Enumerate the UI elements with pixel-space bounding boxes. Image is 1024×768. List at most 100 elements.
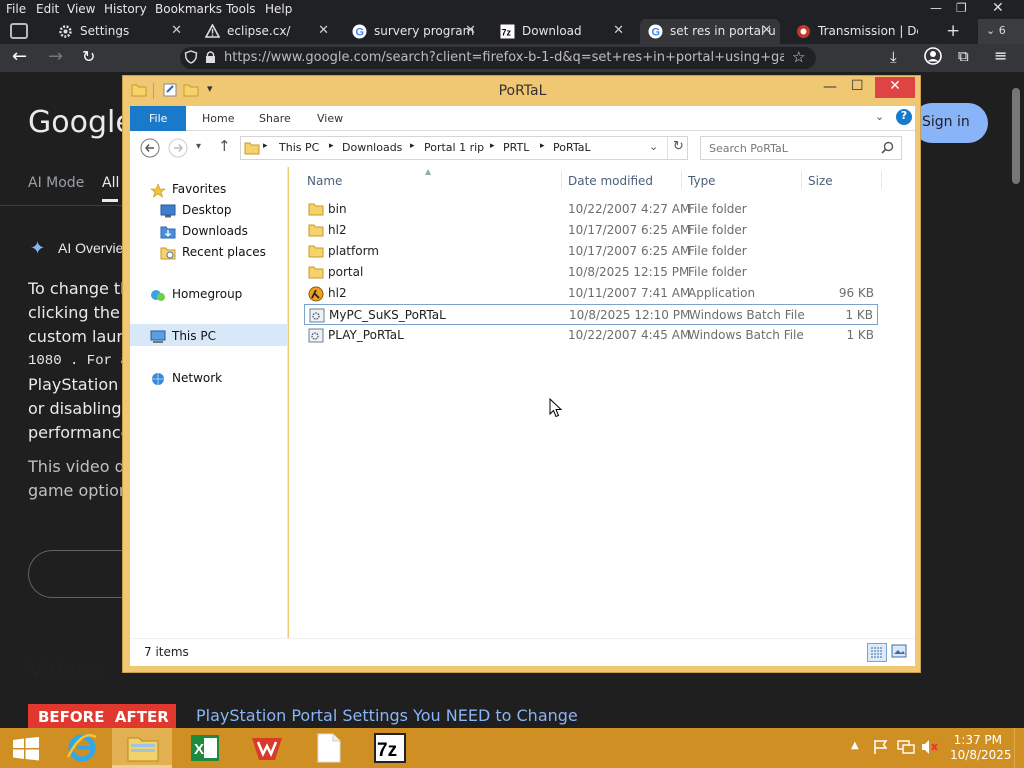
show-desktop-button[interactable]: [1014, 728, 1024, 768]
file-row[interactable]: portal 10/8/2025 12:15 PM File folder: [304, 262, 878, 283]
page-scrollbar[interactable]: [1008, 72, 1024, 728]
column-name[interactable]: Name: [307, 174, 342, 188]
volume-muted-icon[interactable]: [921, 739, 939, 755]
hamburger-menu-icon[interactable]: ≡: [994, 46, 1007, 65]
restore-icon[interactable]: ❐: [956, 1, 967, 15]
tab-close-icon[interactable]: ✕: [465, 23, 476, 38]
minimize-icon[interactable]: —: [823, 79, 837, 95]
forward-icon[interactable]: [168, 138, 188, 158]
scrollbar-thumb[interactable]: [1012, 88, 1020, 184]
help-icon[interactable]: ?: [896, 109, 912, 125]
file-explorer-taskbar-icon[interactable]: [112, 728, 172, 768]
breadcrumb-portal-1-rip[interactable]: Portal 1 rip: [424, 141, 484, 154]
tab-file[interactable]: File: [130, 106, 186, 131]
bookmark-star-icon[interactable]: ☆: [792, 48, 805, 66]
breadcrumb-this-pc[interactable]: This PC: [279, 141, 319, 154]
start-button[interactable]: [0, 728, 54, 768]
maximize-icon[interactable]: ☐: [851, 78, 864, 94]
tab-home[interactable]: Home: [202, 112, 234, 125]
expand-ribbon-icon[interactable]: ⌄: [875, 110, 884, 123]
tab-download[interactable]: 7z Download ✕: [492, 19, 632, 44]
up-icon[interactable]: ↑: [218, 137, 231, 155]
forward-icon[interactable]: →: [48, 46, 63, 67]
menu-help[interactable]: Help: [265, 2, 292, 16]
video-title-link[interactable]: PlayStation Portal Settings You NEED to …: [196, 706, 578, 725]
file-row[interactable]: platform 10/17/2007 6:25 AM File folder: [304, 241, 878, 262]
file-row[interactable]: hl2 10/11/2007 7:41 AM Application 96 KB: [304, 283, 878, 304]
column-type[interactable]: Type: [688, 174, 716, 188]
shield-icon[interactable]: [184, 50, 198, 64]
menu-history[interactable]: History: [104, 2, 147, 16]
file-row[interactable]: PLAY_PoRTaL 10/22/2007 4:45 AM Windows Bat…: [304, 325, 878, 346]
address-bar[interactable]: ▸ This PC ▸ Downloads ▸ Portal 1 rip ▸ P…: [240, 136, 688, 160]
show-hidden-icons-icon[interactable]: ▲: [851, 740, 859, 751]
extensions-icon[interactable]: ⧉: [958, 47, 969, 65]
tab-close-icon[interactable]: ✕: [318, 23, 329, 38]
tab-close-icon[interactable]: ✕: [171, 23, 182, 38]
tab-view[interactable]: View: [317, 112, 343, 125]
file-type: File folder: [688, 223, 747, 237]
tab-close-icon[interactable]: ✕: [761, 23, 772, 38]
refresh-icon[interactable]: ↻: [673, 139, 684, 154]
column-date-modified[interactable]: Date modified: [568, 174, 653, 188]
close-button[interactable]: ✕: [875, 77, 915, 98]
menu-view[interactable]: View: [67, 2, 95, 16]
7zip-taskbar-icon[interactable]: 7z: [364, 728, 418, 768]
download-icon[interactable]: ⤓: [890, 48, 897, 66]
sign-in-button[interactable]: Sign in: [912, 103, 988, 143]
file-name: PLAY_PoRTaL: [328, 328, 404, 342]
column-divider[interactable]: [801, 171, 802, 189]
tab-list-button[interactable]: ⌄ 6: [978, 19, 1024, 44]
breadcrumb-prtl[interactable]: PRTL: [503, 141, 529, 154]
reload-icon[interactable]: ↻: [82, 47, 95, 66]
pill-button[interactable]: [28, 550, 128, 598]
menu-bookmarks[interactable]: Bookmarks: [155, 2, 222, 16]
details-view-button[interactable]: [867, 643, 887, 662]
google-logo[interactable]: Google: [28, 105, 134, 140]
tab-all[interactable]: All: [102, 175, 119, 191]
tab-ai-mode[interactable]: AI Mode: [28, 175, 84, 191]
network-status-icon[interactable]: [897, 739, 915, 755]
column-divider[interactable]: [681, 171, 682, 189]
window-title: PoRTaL: [498, 83, 547, 99]
tab-share[interactable]: Share: [259, 112, 291, 125]
excel-icon[interactable]: X: [178, 728, 232, 768]
account-icon[interactable]: [924, 47, 942, 65]
recent-locations-icon[interactable]: ▾: [196, 141, 201, 152]
document-icon[interactable]: [302, 728, 356, 768]
system-clock[interactable]: 1:37 PM 10/8/2025: [950, 733, 1012, 763]
wps-office-icon[interactable]: [240, 728, 294, 768]
new-tab-icon[interactable]: +: [946, 21, 960, 41]
address-dropdown-icon[interactable]: ⌄: [649, 140, 658, 153]
tab-eclipse[interactable]: eclipse.cx/ ✕: [197, 19, 337, 44]
internet-explorer-icon[interactable]: [55, 728, 109, 768]
lock-icon[interactable]: [204, 50, 217, 64]
tab-transmission[interactable]: Transmission | Dc: [788, 19, 918, 44]
window-titlebar[interactable]: ▾ PoRTaL — ☐ ✕: [123, 76, 922, 106]
url-field[interactable]: https://www.google.com/search?client=fir…: [180, 47, 816, 69]
large-icons-view-button[interactable]: [891, 644, 907, 658]
file-row[interactable]: MyPC_SuKS_PoRTaL 10/8/2025 12:10 PM Window…: [304, 304, 878, 325]
tab-survery-program[interactable]: G survery program ✕: [344, 19, 484, 44]
minimize-icon[interactable]: —: [930, 1, 942, 15]
file-row[interactable]: bin 10/22/2007 4:27 AM File folder: [304, 199, 878, 220]
action-center-flag-icon[interactable]: [873, 739, 889, 755]
tab-set-res-in-portal[interactable]: G set res in portal u ✕: [640, 19, 780, 44]
search-input[interactable]: Search PoRTaL: [700, 136, 902, 160]
breadcrumb-downloads[interactable]: Downloads: [342, 141, 402, 154]
menu-edit[interactable]: Edit: [36, 2, 59, 16]
back-icon[interactable]: ←: [12, 46, 27, 67]
tab-overview-icon[interactable]: [10, 23, 28, 39]
close-icon[interactable]: ✕: [992, 0, 1004, 16]
column-size[interactable]: Size: [808, 174, 833, 188]
tab-close-icon[interactable]: ✕: [613, 23, 624, 38]
column-divider[interactable]: [881, 171, 882, 189]
breadcrumb-portal[interactable]: PoRTaL: [553, 141, 591, 154]
file-row[interactable]: hl2 10/17/2007 6:25 AM File folder: [304, 220, 878, 241]
back-icon[interactable]: [140, 138, 160, 158]
column-divider[interactable]: [561, 171, 562, 189]
tab-settings[interactable]: Settings ✕: [50, 19, 190, 44]
menu-tools[interactable]: Tools: [226, 2, 256, 16]
search-icon[interactable]: [881, 141, 894, 154]
menu-file[interactable]: File: [6, 2, 26, 16]
